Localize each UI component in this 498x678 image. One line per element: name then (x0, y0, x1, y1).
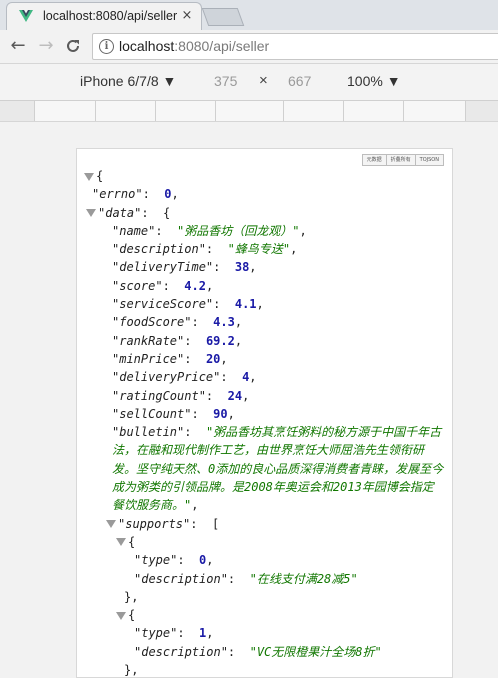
dimension-separator: × (259, 72, 268, 89)
json-line: "name": "粥品香坊（回龙观）", (112, 223, 307, 238)
json-line: "rankRate": 69.2, (112, 333, 243, 348)
json-line: "serviceScore": 4.1, (112, 297, 264, 312)
collapse-triangle-icon[interactable] (116, 538, 126, 547)
forward-arrow-icon[interactable]: → (35, 35, 57, 57)
json-line: "sellCount": 90, (112, 406, 235, 421)
vue-logo-icon (19, 10, 33, 22)
json-line: "description": "蜂鸟专送", (112, 242, 298, 257)
collapse-triangle-icon[interactable] (116, 611, 126, 620)
browser-toolbar: ← → i localhost:8080/api/seller (0, 30, 498, 64)
json-line: { (84, 606, 449, 624)
json-line: "foodScore": 4.3, (112, 315, 243, 330)
json-viewer-toolbar: 元数据 折叠所有 TOJSON (361, 154, 444, 166)
device-select[interactable]: iPhone 6/7/8 ▼ (80, 73, 176, 89)
json-line: { (84, 533, 449, 551)
json-line: "ratingCount": 24, (112, 388, 250, 403)
info-icon[interactable]: i (99, 39, 114, 54)
width-input[interactable]: 375 (214, 73, 237, 89)
collapse-triangle-icon[interactable] (86, 209, 96, 218)
json-line: "score": 4.2, (112, 278, 214, 293)
json-line: "minPrice": 20, (112, 351, 228, 366)
collapse-triangle-icon[interactable] (106, 520, 116, 529)
zoom-select[interactable]: 100% ▼ (347, 73, 401, 89)
collapse-triangle-icon[interactable] (84, 172, 94, 181)
media-query-range[interactable] (34, 101, 466, 121)
device-viewport: 元数据 折叠所有 TOJSON { "errno": 0, "data": { … (76, 148, 453, 678)
collapse-all-button[interactable]: 折叠所有 (385, 154, 416, 166)
json-line: "supports": [ (84, 515, 449, 533)
height-input[interactable]: 667 (288, 73, 311, 89)
reload-icon[interactable] (62, 35, 84, 57)
tab-title: localhost:8080/api/seller (43, 9, 178, 23)
json-line: "type": 1, (134, 626, 214, 641)
json-line: "bulletin": "粥品香坊其烹饪粥料的秘方源于中国千年古法，在融和现代制… (112, 425, 444, 513)
browser-tab[interactable]: localhost:8080/api/seller × (6, 2, 202, 30)
new-tab-button[interactable] (201, 8, 245, 26)
json-line: "deliveryPrice": 4, (112, 370, 257, 385)
tab-strip: localhost:8080/api/seller × (0, 0, 498, 30)
device-toolbar: iPhone 6/7/8 ▼ 375 × 667 100% ▼ (0, 64, 498, 101)
json-line: }, (124, 589, 139, 604)
json-line: "errno": 0, (92, 187, 179, 202)
json-tree: { "errno": 0, "data": { "name": "粥品香坊（回龙… (84, 167, 449, 678)
url-text: localhost:8080/api/seller (119, 38, 270, 54)
json-line: "type": 0, (134, 553, 214, 568)
to-json-button[interactable]: TOJSON (414, 154, 444, 166)
raw-data-button[interactable]: 元数据 (361, 154, 387, 166)
json-line: "description": "在线支付满28减5" (134, 571, 358, 586)
back-arrow-icon[interactable]: ← (7, 35, 29, 57)
json-line: "deliveryTime": 38, (112, 260, 257, 275)
media-query-bar[interactable] (0, 101, 498, 122)
address-bar[interactable]: i localhost:8080/api/seller (92, 33, 498, 60)
json-line: }, (124, 663, 139, 678)
tab-close-icon[interactable]: × (179, 8, 195, 24)
json-line: "description": "VC无限橙果汁全场8折" (134, 644, 382, 659)
json-line: "data": { (84, 204, 449, 222)
json-line: { (84, 167, 449, 185)
